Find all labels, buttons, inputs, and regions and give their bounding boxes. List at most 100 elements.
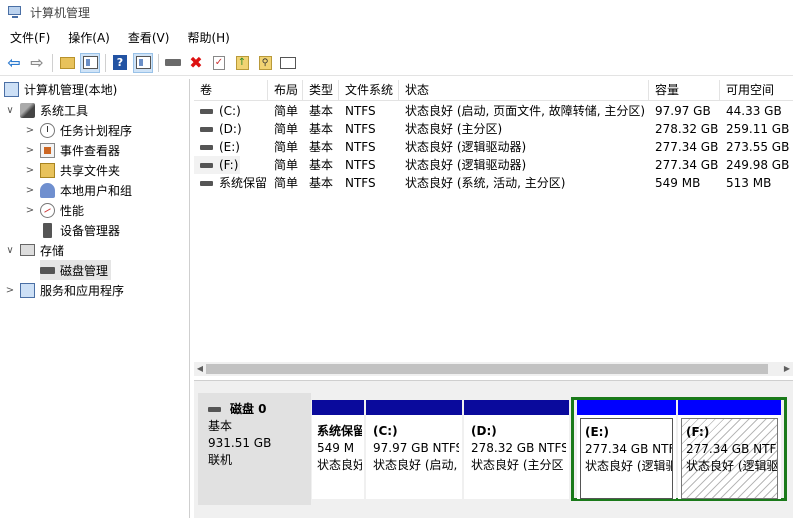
partition-bar — [678, 400, 781, 415]
tree-item-system-tools[interactable]: ∨ 系统工具 — [4, 100, 88, 120]
column-header-capacity[interactable]: 容量 — [649, 80, 720, 101]
users-icon — [40, 182, 55, 198]
chevron-right-icon[interactable]: > — [24, 165, 36, 176]
type-cell: 基本 — [309, 158, 334, 172]
menu-view[interactable]: 查看(V) — [118, 29, 178, 46]
chevron-right-icon[interactable]: > — [24, 145, 36, 156]
column-header-free-space[interactable]: 可用空间 — [720, 80, 793, 101]
partition-c[interactable]: (C:) 97.97 GB NTFS 状态良好 (启动, — [366, 400, 462, 499]
shared-folder-icon — [40, 162, 55, 178]
partition-d[interactable]: (D:) 278.32 GB NTFS 状态良好 (主分区 — [464, 400, 569, 499]
volume-name: (D:) — [219, 122, 242, 136]
disk-info-panel[interactable]: 磁盘 0 基本 931.51 GB 联机 — [198, 393, 311, 505]
toolbar: ⇦ ⇨ ? ✖ ✓ ↑ ⚲ — [0, 50, 793, 76]
connect-drive-button[interactable] — [163, 53, 183, 73]
layout-cell: 简单 — [274, 140, 299, 154]
help-button[interactable]: ? — [110, 53, 130, 73]
column-header-type[interactable]: 类型 — [303, 80, 339, 101]
partition-f[interactable]: (F:) 277.34 GB NTFS 状态良好 (逻辑驱 — [678, 400, 781, 499]
chevron-right-icon[interactable]: > — [24, 125, 36, 136]
tree-item-services-applications[interactable]: > 服务和应用程序 — [4, 280, 124, 300]
scroll-right-icon[interactable]: ▶ — [781, 362, 793, 376]
volume-icon — [200, 163, 213, 168]
scroll-left-icon[interactable]: ◀ — [194, 362, 206, 376]
menu-file[interactable]: 文件(F) — [0, 29, 58, 46]
horizontal-scrollbar[interactable]: ◀ ▶ — [194, 362, 793, 376]
chevron-right-icon[interactable]: > — [24, 205, 36, 216]
volume-name: (F:) — [219, 158, 239, 172]
free-space-cell: 273.55 GB — [726, 140, 790, 154]
forward-button[interactable]: ⇨ — [27, 53, 47, 73]
scrollbar-thumb[interactable] — [206, 364, 768, 374]
tree-item-task-scheduler[interactable]: > 任务计划程序 — [24, 120, 132, 140]
show-action-pane-button[interactable] — [133, 52, 153, 73]
column-header-layout[interactable]: 布局 — [268, 80, 303, 101]
menu-help[interactable]: 帮助(H) — [177, 29, 237, 46]
table-row[interactable]: (E:) 简单 基本 NTFS 状态良好 (逻辑驱动器) 277.34 GB 2… — [194, 138, 793, 156]
column-header-volume[interactable]: 卷 — [194, 80, 268, 101]
show-hide-tree-button[interactable] — [80, 52, 100, 73]
status-cell: 状态良好 (逻辑驱动器) — [405, 158, 527, 172]
column-header-filesystem[interactable]: 文件系统 — [339, 80, 399, 101]
title-bar: 计算机管理 — [0, 0, 793, 24]
volume-list-header: 卷 布局 类型 文件系统 状态 容量 可用空间 — [194, 80, 793, 101]
table-row[interactable]: (D:) 简单 基本 NTFS 状态良好 (主分区) 278.32 GB 259… — [194, 120, 793, 138]
column-header-status[interactable]: 状态 — [399, 80, 649, 101]
arrow-left-icon: ⇦ — [7, 53, 21, 72]
disk-icon — [208, 407, 221, 412]
chevron-right-icon[interactable]: > — [24, 185, 36, 196]
console-tree: 计算机管理(本地) ∨ 系统工具 > 任务计划程序 > 事件查看器 > 共享文件… — [0, 79, 190, 518]
delete-x-icon: ✖ — [189, 53, 203, 72]
tree-item-device-manager[interactable]: 设备管理器 — [40, 220, 120, 240]
tree-item-label: 服务和应用程序 — [40, 283, 125, 298]
disk-graphical-view: 磁盘 0 基本 931.51 GB 联机 系统保留 549 M 状态良好 (C:… — [194, 380, 793, 518]
tree-item-shared-folders[interactable]: > 共享文件夹 — [24, 160, 120, 180]
toolbar-separator — [158, 53, 159, 72]
tree-item-local-users[interactable]: > 本地用户和组 — [24, 180, 132, 200]
volume-name-cell: (D:) — [194, 120, 268, 138]
checklist-button[interactable]: ✓ — [209, 53, 229, 73]
tree-item-label: 存储 — [40, 243, 65, 258]
disk-type: 基本 — [208, 419, 233, 433]
type-cell: 基本 — [309, 104, 334, 118]
tree-item-computer-management[interactable]: 计算机管理(本地) — [4, 79, 117, 99]
partition-system-reserved[interactable]: 系统保留 549 M 状态良好 — [312, 400, 364, 499]
partition-label: (D:) — [471, 424, 497, 438]
tree-item-performance[interactable]: > 性能 — [24, 200, 84, 220]
tree-item-storage[interactable]: ∨ 存储 — [4, 240, 64, 260]
chevron-down-icon[interactable]: ∨ — [4, 105, 16, 116]
properties-button[interactable] — [278, 53, 298, 73]
partition-size: 97.97 GB NTFS — [373, 441, 459, 455]
partition-status: 状态良好 (逻辑驱 — [686, 459, 778, 473]
layout-cell: 简单 — [274, 158, 299, 172]
volume-name-cell: (E:) — [194, 138, 268, 156]
menu-action[interactable]: 操作(A) — [58, 29, 118, 46]
search-button[interactable]: ⚲ — [255, 53, 275, 73]
partition-e[interactable]: (E:) 277.34 GB NTF 状态良好 (逻辑驱 — [577, 400, 676, 499]
partition-label: (E:) — [585, 425, 609, 439]
capacity-cell: 549 MB — [655, 176, 701, 190]
checklist-icon: ✓ — [213, 55, 225, 70]
up-one-level-button[interactable] — [57, 53, 77, 73]
partition-size: 278.32 GB NTFS — [471, 441, 566, 455]
table-row[interactable]: 系统保留 简单 基本 NTFS 状态良好 (系统, 活动, 主分区) 549 M… — [194, 174, 793, 192]
tree-item-disk-management[interactable]: 磁盘管理 — [40, 260, 112, 280]
chevron-right-icon[interactable]: > — [4, 285, 16, 296]
table-row[interactable]: (C:) 简单 基本 NTFS 状态良好 (启动, 页面文件, 故障转储, 主分… — [194, 102, 793, 120]
tree-item-event-viewer[interactable]: > 事件查看器 — [24, 140, 120, 160]
properties-icon — [280, 56, 296, 69]
back-button[interactable]: ⇦ — [4, 53, 24, 73]
partition-body: (D:) 278.32 GB NTFS 状态良好 (主分区 — [467, 418, 566, 499]
console-tree-icon — [82, 56, 98, 69]
upload-button[interactable]: ↑ — [232, 53, 252, 73]
partition-bar — [577, 400, 676, 415]
tree-item-label: 计算机管理(本地) — [24, 82, 118, 97]
table-row[interactable]: (F:) 简单 基本 NTFS 状态良好 (逻辑驱动器) 277.34 GB 2… — [194, 156, 793, 174]
delete-button[interactable]: ✖ — [186, 53, 206, 73]
type-cell: 基本 — [309, 176, 334, 190]
volume-name-cell: 系统保留 — [194, 174, 268, 192]
arrow-right-icon: ⇨ — [30, 53, 44, 72]
chevron-down-icon[interactable]: ∨ — [4, 245, 16, 256]
window-title: 计算机管理 — [30, 5, 91, 20]
partition-body: (F:) 277.34 GB NTFS 状态良好 (逻辑驱 — [681, 418, 778, 499]
